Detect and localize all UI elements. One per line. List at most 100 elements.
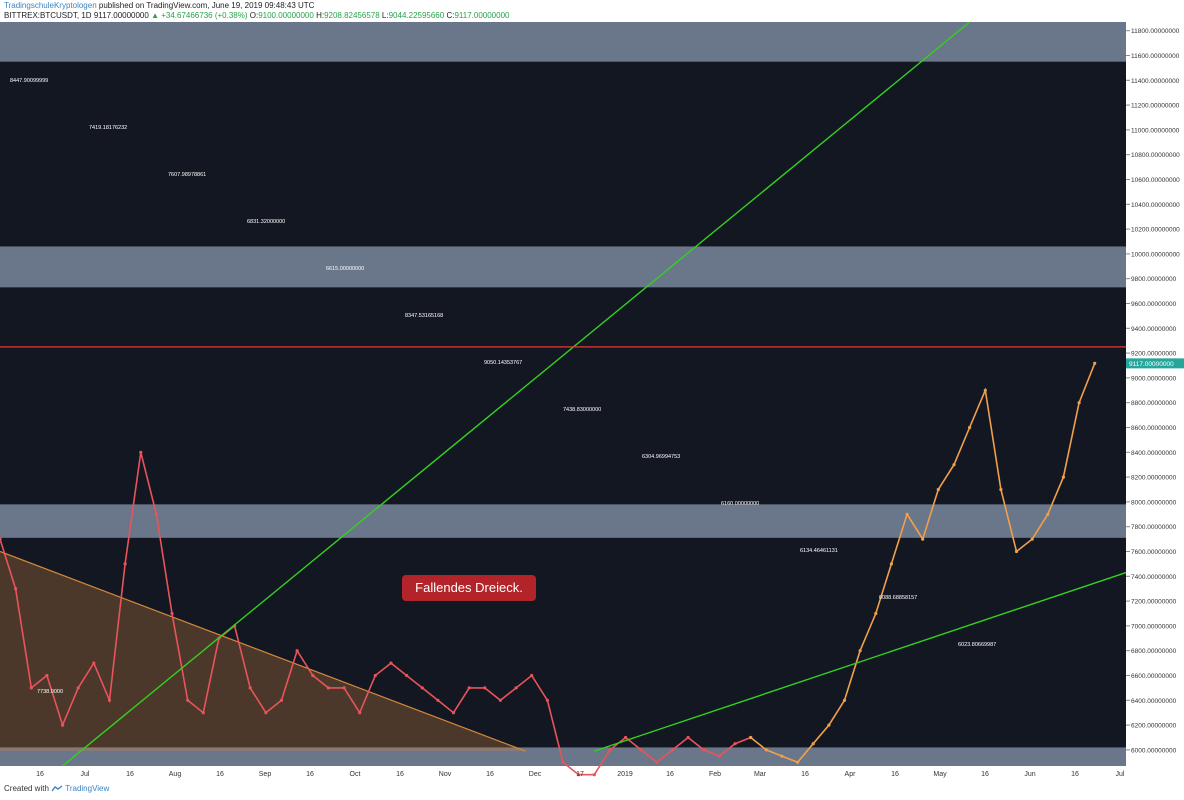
price-annotation: 6160.00000000	[721, 501, 759, 507]
price-tick-label: 11800.00000000	[1131, 28, 1180, 35]
price-point	[936, 487, 940, 492]
price-point	[749, 735, 753, 740]
price-point	[123, 562, 127, 566]
created-text: Created with	[4, 784, 49, 793]
price-tick-label: 8600.00000000	[1131, 425, 1177, 432]
price-point	[107, 698, 112, 702]
time-tick-label: 16	[801, 771, 809, 778]
price-point	[733, 742, 737, 746]
price-tick-label: 8800.00000000	[1131, 400, 1177, 407]
price-point	[1014, 549, 1019, 554]
price-point	[295, 649, 299, 653]
price-tick-label: 7400.00000000	[1131, 574, 1177, 581]
price-point	[61, 723, 65, 727]
change-text: ▲ +34.67466736 (+0.38%)	[151, 11, 248, 20]
price-point	[311, 673, 315, 678]
price-point	[592, 773, 596, 777]
price-point	[201, 711, 205, 715]
price-annotation: 7419.18176232	[89, 125, 127, 131]
time-tick-label: Feb	[709, 771, 721, 778]
symbol-text: BITTREX:BTCUSDT, 1D	[4, 11, 92, 20]
price-tick-label: 8000.00000000	[1131, 499, 1177, 506]
price-point	[436, 698, 440, 702]
price-annotation: 7438.83000000	[563, 407, 601, 413]
time-tick-label: Jul	[81, 771, 90, 778]
price-tick-label: 6400.00000000	[1131, 698, 1177, 705]
price-point	[717, 754, 722, 758]
time-tick-label: 16	[486, 771, 494, 778]
price-point	[983, 388, 987, 392]
price-point	[483, 686, 487, 690]
symbol-line: BITTREX:BTCUSDT, 1D 9117.00000000 ▲ +34.…	[4, 11, 509, 21]
price-point	[170, 611, 174, 616]
footer: Created with TradingView	[4, 784, 109, 793]
author-link[interactable]: TradingschuleKryptologen	[4, 1, 97, 10]
tradingview-logo-icon	[51, 785, 63, 792]
price-point	[514, 686, 518, 690]
time-tick-label: Jun	[1024, 771, 1035, 778]
price-point	[358, 711, 362, 715]
published-text: published on TradingView.com, June 19, 2…	[98, 1, 315, 10]
price-point	[279, 698, 284, 702]
price-zone-1	[0, 246, 1126, 288]
price-point	[561, 760, 565, 764]
price-point	[968, 425, 972, 430]
price-annotation: 6023.80669987	[958, 642, 996, 648]
price-point	[154, 512, 158, 516]
price-point	[842, 698, 847, 702]
price-point	[186, 698, 190, 702]
price-point	[670, 748, 675, 752]
price-point	[827, 723, 831, 727]
price-tick-label: 9800.00000000	[1131, 276, 1177, 283]
price-chart[interactable]: 11800.00000000 11600.00000000 11400.000000…	[0, 22, 1184, 780]
price-point	[420, 686, 424, 690]
time-tick-label: 16	[126, 771, 134, 778]
price-tick-label: 9200.00000000	[1131, 351, 1177, 358]
price-tick-label: 11400.00000000	[1131, 78, 1180, 85]
price-point	[545, 698, 550, 702]
price-annotation: 7738.0000	[37, 689, 63, 695]
last-price-label: 9117.00000000	[1129, 361, 1174, 368]
price-point	[858, 649, 862, 653]
price-point	[248, 686, 252, 690]
price-tick-label: 10200.00000000	[1131, 227, 1180, 234]
time-tick-label: May	[933, 771, 947, 778]
price-tick-label: 10000.00000000	[1131, 251, 1180, 258]
price-point	[14, 587, 18, 591]
price-point	[264, 711, 268, 715]
time-tick-label: 16	[981, 771, 989, 778]
price-point	[608, 748, 612, 752]
price-point	[702, 748, 706, 752]
price-point	[889, 562, 894, 566]
price-tick-label: 8200.00000000	[1131, 475, 1177, 482]
price-point	[921, 537, 925, 541]
price-tick-label: 11200.00000000	[1131, 103, 1180, 110]
open-label: O:	[249, 11, 259, 20]
time-tick-label: Oct	[350, 771, 361, 778]
price-point	[624, 735, 628, 740]
price-annotation: 9050.14353767	[484, 360, 522, 366]
time-tick-label: Jul	[1116, 771, 1125, 778]
time-tick-label: 17	[576, 771, 584, 778]
tradingview-link[interactable]: TradingView	[65, 784, 109, 793]
price-tick-label: 7200.00000000	[1131, 599, 1177, 606]
open-value: 9100.00000000	[258, 11, 314, 20]
time-tick-label: 16	[666, 771, 674, 778]
time-tick-label: 16	[1071, 771, 1079, 778]
price-point	[76, 686, 80, 690]
price-point	[45, 673, 49, 678]
price-zone-2	[0, 504, 1126, 538]
callout-text: Fallendes Dreieck.	[415, 580, 523, 595]
price-annotation: 7607.98978861	[168, 172, 206, 178]
price-point	[952, 463, 956, 467]
price-tick-label: 6000.00000000	[1131, 747, 1177, 754]
price-point	[639, 748, 643, 752]
time-tick-label: 16	[306, 771, 314, 778]
low-value: 9044.22595660	[388, 11, 445, 20]
price-annotation: 6304.96994753	[642, 454, 680, 460]
chart-header: TradingschuleKryptologen published on Tr…	[0, 0, 1184, 22]
time-tick-label: 16	[891, 771, 899, 778]
price-point	[1061, 475, 1065, 479]
price-point	[1093, 361, 1097, 365]
price-tick-label: 7800.00000000	[1131, 524, 1177, 531]
